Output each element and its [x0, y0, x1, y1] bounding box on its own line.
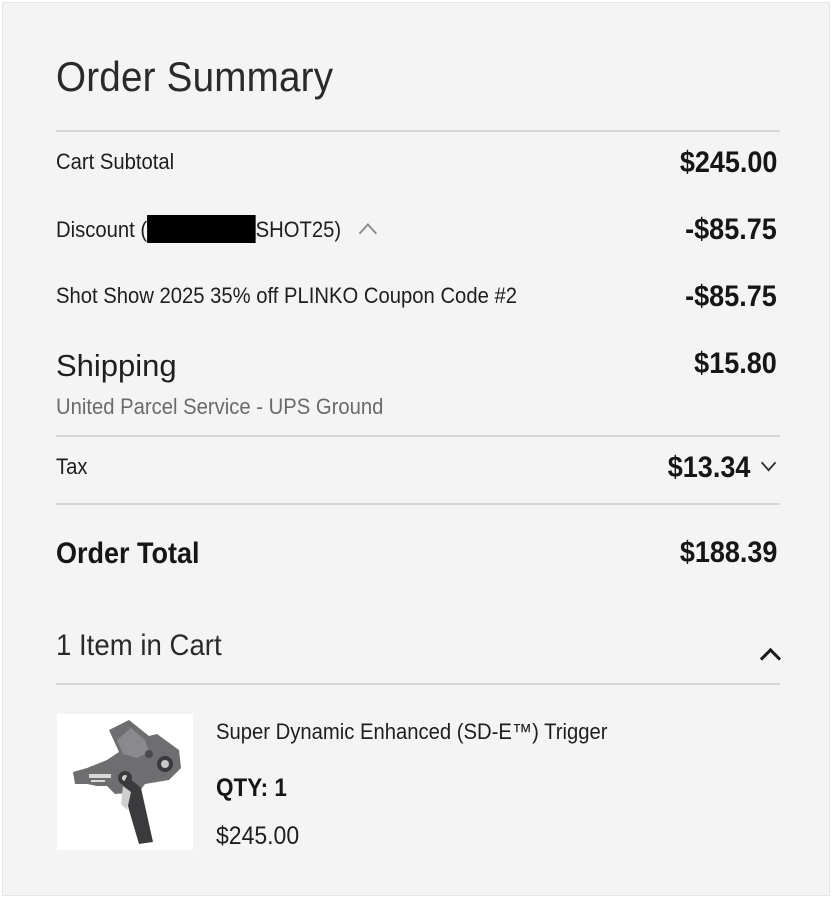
shipping-label: Shipping [56, 348, 177, 383]
order-summary-panel: Order Summary Cart Subtotal $245.00 Disc… [2, 2, 830, 896]
tax-toggle[interactable]: $13.34 [668, 451, 777, 485]
shipping-method: United Parcel Service - UPS Ground [56, 394, 384, 419]
product-quantity: QTY: 1 [216, 774, 287, 802]
discount-label-prefix: Discount ( [56, 217, 148, 242]
order-total-label: Order Total [56, 537, 200, 570]
discount-value: -$85.75 [685, 213, 777, 246]
chevron-up-icon [759, 647, 782, 670]
coupon-value: -$85.75 [685, 280, 777, 313]
collapse-items-button[interactable] [757, 643, 783, 670]
subtotal-value: $245.00 [679, 146, 777, 179]
product-price: $245.00 [216, 822, 300, 850]
tax-value: $13.34 [668, 451, 751, 484]
divider [56, 683, 780, 685]
divider [56, 503, 780, 505]
chevron-down-icon[interactable] [760, 454, 777, 472]
page-title: Order Summary [56, 53, 334, 100]
product-name[interactable]: Super Dynamic Enhanced (SD-E™) Trigger [216, 719, 607, 745]
shipping-value: $15.80 [694, 347, 777, 380]
items-in-cart-heading[interactable]: 1 Item in Cart [56, 629, 222, 663]
redacted-code-block [147, 215, 256, 243]
divider [56, 435, 780, 437]
product-thumbnail[interactable] [57, 714, 193, 850]
chevron-up-icon[interactable] [358, 223, 377, 243]
subtotal-label: Cart Subtotal [56, 149, 175, 174]
discount-label-suffix: SHOT25) [255, 217, 342, 242]
coupon-label: Shot Show 2025 35% off PLINKO Coupon Cod… [56, 283, 517, 308]
order-total-value: $188.39 [679, 536, 777, 569]
divider [56, 130, 780, 132]
trigger-product-image [73, 720, 181, 844]
tax-label: Tax [56, 454, 88, 479]
discount-row[interactable]: Discount ( SHOT25) [56, 215, 377, 243]
